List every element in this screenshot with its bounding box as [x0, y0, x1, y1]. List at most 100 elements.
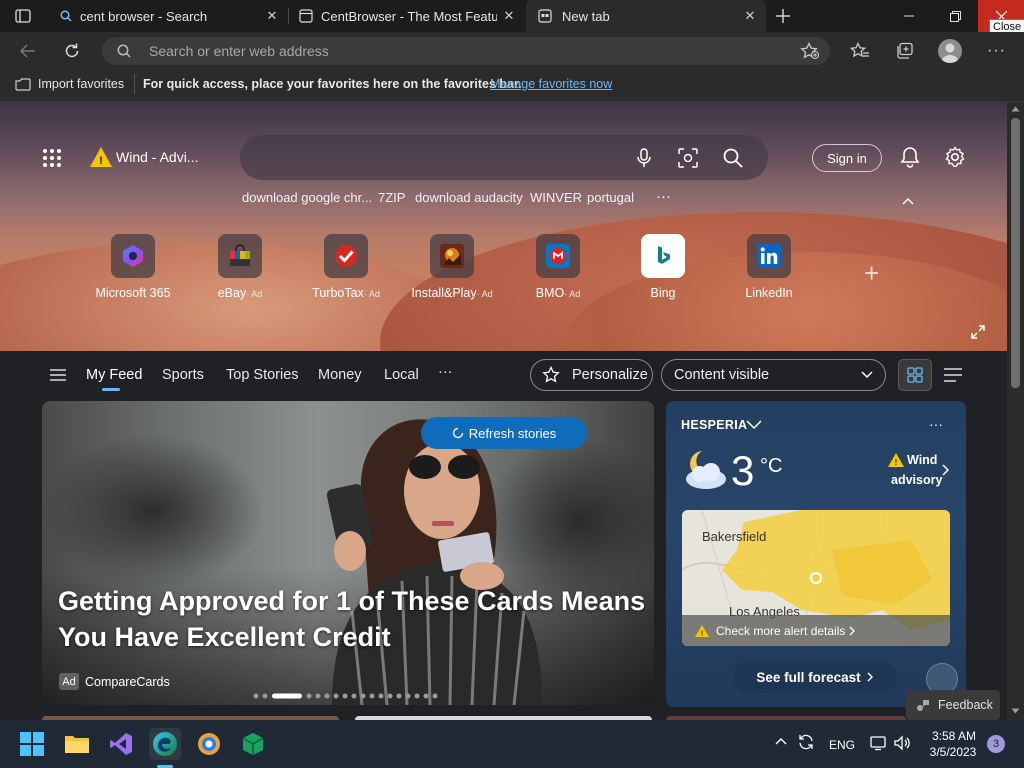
story-headline[interactable]: Getting Approved for 1 of These Cards Me… — [58, 583, 648, 655]
turbotax-check-icon — [324, 234, 368, 278]
sign-in-button[interactable]: Sign in — [812, 144, 882, 172]
microphone-icon[interactable] — [636, 148, 652, 168]
tile-microsoft-365[interactable]: Microsoft 365 — [83, 234, 183, 300]
personalize-button[interactable]: Personalize — [530, 359, 653, 391]
sync-icon[interactable] — [797, 734, 815, 750]
nav-local[interactable]: Local — [384, 367, 419, 383]
tile-label: Install&Play — [411, 286, 477, 300]
chevron-down-icon[interactable] — [746, 419, 762, 429]
content-visibility-dropdown[interactable]: Content visible — [661, 359, 886, 391]
carousel-indicator[interactable] — [253, 693, 443, 699]
clock-time[interactable]: 3:58 AM — [930, 729, 978, 743]
nav-my-feed[interactable]: My Feed — [86, 367, 142, 383]
weather-location[interactable]: HESPERIA — [681, 418, 747, 432]
search-icon[interactable] — [723, 148, 743, 168]
check-alert-details-bar[interactable]: ! Check more alert details — [682, 615, 950, 646]
3d-box-app-icon[interactable] — [237, 728, 269, 760]
favorites-icon[interactable] — [850, 42, 870, 60]
page-settings-gear-icon[interactable] — [944, 146, 966, 168]
search-icon — [60, 10, 72, 22]
profile-avatar[interactable] — [938, 39, 962, 63]
close-tab-icon[interactable]: ✕ — [264, 8, 280, 24]
page-scrollbar[interactable] — [1007, 102, 1024, 720]
list-layout-icon[interactable] — [944, 368, 962, 382]
notification-badge[interactable]: 3 — [987, 735, 1005, 753]
chevron-right-icon[interactable] — [942, 464, 950, 476]
tile-linkedin[interactable]: LinkedIn — [719, 234, 819, 300]
linkedin-logo-icon — [747, 234, 791, 278]
chevron-up-icon[interactable] — [902, 197, 914, 205]
tile-ebay[interactable]: eBay· Ad — [190, 234, 290, 300]
address-input[interactable]: Search or enter web address — [149, 43, 329, 59]
tile-bmo[interactable]: BMO· Ad — [508, 234, 608, 300]
refresh-stories-button[interactable]: Refresh stories — [421, 417, 587, 449]
hamburger-menu-icon[interactable] — [50, 369, 66, 381]
refresh-button[interactable] — [61, 41, 83, 61]
suggestions-more-button[interactable]: ··· — [656, 188, 671, 205]
minimize-button[interactable] — [886, 0, 932, 32]
restore-button[interactable] — [932, 0, 978, 32]
close-tab-icon[interactable]: ✕ — [742, 8, 758, 24]
chevron-right-icon — [867, 672, 874, 682]
bmo-logo-icon — [536, 234, 580, 278]
search-icon — [117, 44, 131, 58]
svg-text:!: ! — [895, 458, 898, 467]
alert-title-line2[interactable]: advisory — [891, 473, 942, 487]
tab-centbrowser[interactable]: CentBrowser - The Most Feature ✕ — [289, 0, 525, 32]
import-favorites-icon[interactable] — [14, 76, 32, 92]
network-icon[interactable] — [870, 735, 888, 751]
alert-details-label: Check more alert details — [716, 623, 846, 638]
tab-new-tab[interactable]: New tab ✕ — [526, 0, 766, 32]
grid-layout-button[interactable] — [898, 359, 932, 391]
story-source[interactable]: CompareCards — [85, 675, 170, 689]
apps-launcher-icon[interactable] — [42, 148, 62, 168]
add-favorite-icon[interactable] — [800, 42, 820, 60]
alert-title-line1[interactable]: Wind — [907, 453, 937, 467]
weather-alert-chip[interactable]: Wind - Advi... — [116, 149, 198, 165]
search-suggestion[interactable]: download google chr... — [242, 190, 372, 205]
visual-search-icon[interactable] — [678, 148, 698, 168]
nav-money[interactable]: Money — [318, 367, 362, 383]
clock-date[interactable]: 3/5/2023 — [926, 745, 980, 759]
search-suggestion[interactable]: download audacity — [415, 190, 523, 205]
search-suggestion[interactable]: WINVER — [530, 190, 582, 205]
nav-sports[interactable]: Sports — [162, 367, 204, 383]
windows-start-icon[interactable] — [16, 728, 48, 760]
cent-browser-icon[interactable] — [193, 728, 225, 760]
back-button[interactable] — [17, 42, 39, 60]
scrollbar-thumb[interactable] — [1011, 118, 1020, 388]
settings-more-icon[interactable]: ··· — [987, 42, 1006, 60]
nav-more-button[interactable]: ··· — [438, 364, 453, 380]
tab-search[interactable]: cent browser - Search ✕ — [48, 0, 288, 32]
new-tab-button[interactable] — [772, 6, 794, 26]
nav-top-stories[interactable]: Top Stories — [226, 367, 299, 383]
chevron-up-icon[interactable] — [775, 737, 787, 745]
add-tile-button[interactable]: + — [864, 258, 879, 289]
close-tab-icon[interactable]: ✕ — [501, 8, 517, 24]
volume-icon[interactable] — [893, 735, 911, 751]
content-visible-label: Content visible — [674, 367, 770, 383]
see-full-forecast-button[interactable]: See full forecast — [733, 661, 897, 693]
tile-install-play[interactable]: Install&Play· Ad — [402, 234, 502, 300]
weather-more-button[interactable]: ··· — [929, 416, 943, 432]
feedback-button[interactable]: Feedback — [906, 690, 1000, 720]
edge-browser-icon[interactable] — [149, 728, 181, 760]
expand-icon[interactable] — [971, 325, 985, 339]
ebay-bag-icon — [218, 234, 262, 278]
manage-favorites-link[interactable]: Manage favorites now — [490, 77, 612, 91]
tile-bing[interactable]: Bing — [613, 234, 713, 300]
collections-icon[interactable] — [895, 42, 915, 60]
import-favorites-button[interactable]: Import favorites — [38, 77, 124, 91]
visual-studio-icon[interactable] — [105, 728, 137, 760]
search-suggestion[interactable]: portugal — [587, 190, 634, 205]
tile-label: Microsoft 365 — [95, 286, 171, 300]
tile-turbotax[interactable]: TurboTax· Ad — [296, 234, 396, 300]
search-suggestion[interactable]: 7ZIP — [378, 190, 405, 205]
tab-actions-icon[interactable] — [14, 8, 32, 24]
notifications-bell-icon[interactable] — [900, 146, 920, 168]
svg-text:!: ! — [99, 155, 103, 167]
temperature-unit[interactable]: °C — [760, 455, 782, 478]
input-language[interactable]: ENG — [829, 738, 855, 752]
install-play-game-icon — [430, 234, 474, 278]
file-explorer-icon[interactable] — [61, 728, 93, 760]
